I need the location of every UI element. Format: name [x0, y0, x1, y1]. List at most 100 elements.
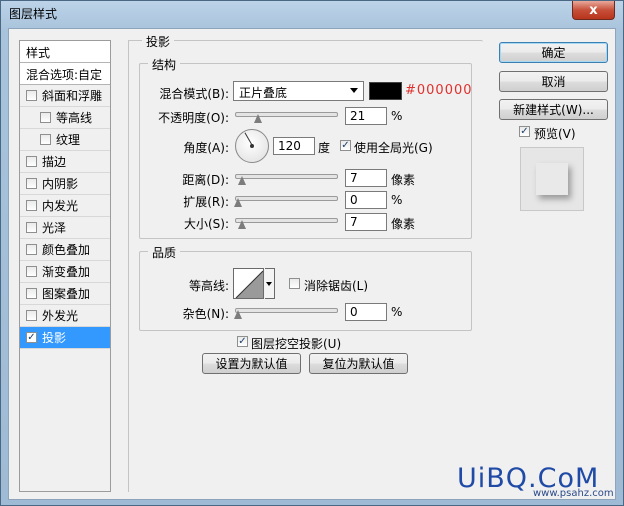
sidebar-item[interactable]: ✓ 投影 — [20, 327, 110, 349]
global-light-label: 使用全局光(G) — [354, 141, 433, 155]
sidebar-item-checkbox[interactable] — [40, 134, 51, 145]
window-title: 图层样式 — [9, 7, 58, 21]
shadow-color-swatch[interactable] — [369, 82, 402, 100]
sidebar-item-label: 渐变叠加 — [42, 265, 91, 279]
angle-input[interactable]: 120 — [273, 137, 315, 155]
knockout-checkbox[interactable]: ✓ — [237, 336, 248, 347]
watermark-url: www.psahz.com — [533, 488, 614, 499]
dialog-client: 样式 混合选项:自定 斜面和浮雕等高线纹理描边内阴影内发光光泽颜色叠加渐变叠加图… — [8, 28, 616, 500]
spread-label: 扩展(R): — [183, 195, 229, 209]
sidebar-item[interactable]: 内阴影 — [20, 173, 110, 195]
size-label: 大小(S): — [183, 217, 229, 231]
shadow-color-hex: #000000 — [405, 83, 473, 98]
noise-unit: % — [391, 305, 403, 319]
opacity-slider-thumb[interactable] — [254, 114, 263, 123]
sidebar-item-checkbox[interactable] — [26, 288, 37, 299]
sidebar-item-label: 等高线 — [56, 111, 93, 125]
noise-slider-thumb[interactable] — [234, 310, 243, 319]
sidebar-header[interactable]: 样式 — [20, 41, 110, 63]
blend-mode-dropdown[interactable]: 正片叠底 — [233, 81, 364, 101]
opacity-slider[interactable] — [235, 112, 338, 117]
opacity-input[interactable]: 21 — [345, 107, 387, 125]
contour-picker[interactable] — [233, 268, 264, 299]
sidebar-item-checkbox[interactable]: ✓ — [26, 332, 37, 343]
opacity-label: 不透明度(O): — [158, 111, 229, 125]
antialias-label: 消除锯齿(L) — [304, 279, 369, 293]
sidebar-item-checkbox[interactable] — [26, 156, 37, 167]
ok-button[interactable]: 确定 — [499, 42, 608, 63]
sidebar-item[interactable]: 颜色叠加 — [20, 239, 110, 261]
sidebar-item-label: 外发光 — [42, 309, 79, 323]
distance-input[interactable]: 7 — [345, 169, 387, 187]
noise-input[interactable]: 0 — [345, 303, 387, 321]
sidebar-item[interactable]: 渐变叠加 — [20, 261, 110, 283]
sidebar-item[interactable]: 纹理 — [20, 129, 110, 151]
sidebar-item-label: 纹理 — [56, 133, 81, 147]
preview-label: 预览(V) — [534, 127, 576, 141]
opacity-unit: % — [391, 109, 403, 123]
sidebar-item-checkbox[interactable] — [26, 90, 37, 101]
size-slider[interactable] — [235, 218, 338, 223]
sidebar-item-checkbox[interactable] — [26, 222, 37, 233]
antialias-checkbox[interactable] — [289, 278, 300, 289]
preview-checkbox[interactable]: ✓ — [519, 126, 530, 137]
sidebar-item-checkbox[interactable] — [26, 178, 37, 189]
distance-label: 距离(D): — [182, 173, 229, 187]
spread-unit: % — [391, 193, 403, 207]
knockout-label: 图层挖空投影(U) — [251, 337, 342, 351]
reset-default-button[interactable]: 复位为默认值 — [309, 353, 408, 374]
close-button[interactable]: x — [572, 1, 615, 20]
sidebar-item-label: 描边 — [42, 155, 67, 169]
angle-center-icon — [250, 144, 254, 148]
sidebar-item-checkbox[interactable] — [26, 244, 37, 255]
spread-slider[interactable] — [235, 196, 338, 201]
distance-unit: 像素 — [391, 173, 416, 187]
sidebar-item-label: 斜面和浮雕 — [42, 89, 103, 103]
style-preview-thumbnail — [520, 147, 584, 211]
title-bar[interactable]: 图层样式 x — [1, 1, 623, 28]
sidebar-item[interactable]: 等高线 — [20, 107, 110, 129]
close-icon: x — [589, 2, 598, 18]
new-style-button[interactable]: 新建样式(W)... — [499, 99, 608, 120]
sidebar-item-label: 颜色叠加 — [42, 243, 91, 257]
angle-dial[interactable] — [235, 129, 269, 163]
quality-title: 品质 — [148, 244, 181, 261]
sidebar-item-label: 内阴影 — [42, 177, 79, 191]
global-light-checkbox[interactable]: ✓ — [340, 140, 351, 151]
drop-shadow-title: 投影 — [142, 33, 175, 50]
sidebar-item-label: 光泽 — [42, 221, 67, 235]
sidebar-item[interactable]: 描边 — [20, 151, 110, 173]
sidebar-item[interactable]: 外发光 — [20, 305, 110, 327]
styles-sidebar: 样式 混合选项:自定 斜面和浮雕等高线纹理描边内阴影内发光光泽颜色叠加渐变叠加图… — [19, 40, 111, 492]
distance-slider-thumb[interactable] — [238, 176, 247, 185]
drop-shadow-left-border — [128, 40, 129, 492]
sidebar-item-label: 投影 — [42, 331, 67, 345]
sidebar-item-checkbox[interactable] — [26, 310, 37, 321]
distance-slider[interactable] — [235, 174, 338, 179]
noise-slider[interactable] — [235, 308, 338, 313]
layer-style-dialog: 图层样式 x 样式 混合选项:自定 斜面和浮雕等高线纹理描边内阴影内发光光泽颜色… — [0, 0, 624, 506]
chevron-down-icon — [350, 88, 358, 93]
size-slider-thumb[interactable] — [238, 220, 247, 229]
sidebar-item[interactable]: 图案叠加 — [20, 283, 110, 305]
blend-mode-label: 混合模式(B): — [159, 87, 229, 101]
sidebar-item-checkbox[interactable] — [26, 200, 37, 211]
noise-label: 杂色(N): — [182, 307, 229, 321]
sidebar-item-checkbox[interactable] — [40, 112, 51, 123]
sidebar-item[interactable]: 斜面和浮雕 — [20, 85, 110, 107]
size-input[interactable]: 7 — [345, 213, 387, 231]
sidebar-item[interactable]: 内发光 — [20, 195, 110, 217]
sidebar-item[interactable]: 光泽 — [20, 217, 110, 239]
angle-unit: 度 — [318, 141, 331, 155]
preview-shadow-square — [536, 163, 568, 195]
angle-label: 角度(A): — [183, 141, 229, 155]
cancel-button[interactable]: 取消 — [499, 71, 608, 92]
sidebar-item-label: 内发光 — [42, 199, 79, 213]
set-default-button[interactable]: 设置为默认值 — [202, 353, 301, 374]
spread-input[interactable]: 0 — [345, 191, 387, 209]
spread-slider-thumb[interactable] — [234, 198, 243, 207]
sidebar-blend-options[interactable]: 混合选项:自定 — [20, 63, 110, 85]
size-unit: 像素 — [391, 217, 416, 231]
contour-dropdown-button[interactable] — [265, 268, 275, 299]
sidebar-item-checkbox[interactable] — [26, 266, 37, 277]
